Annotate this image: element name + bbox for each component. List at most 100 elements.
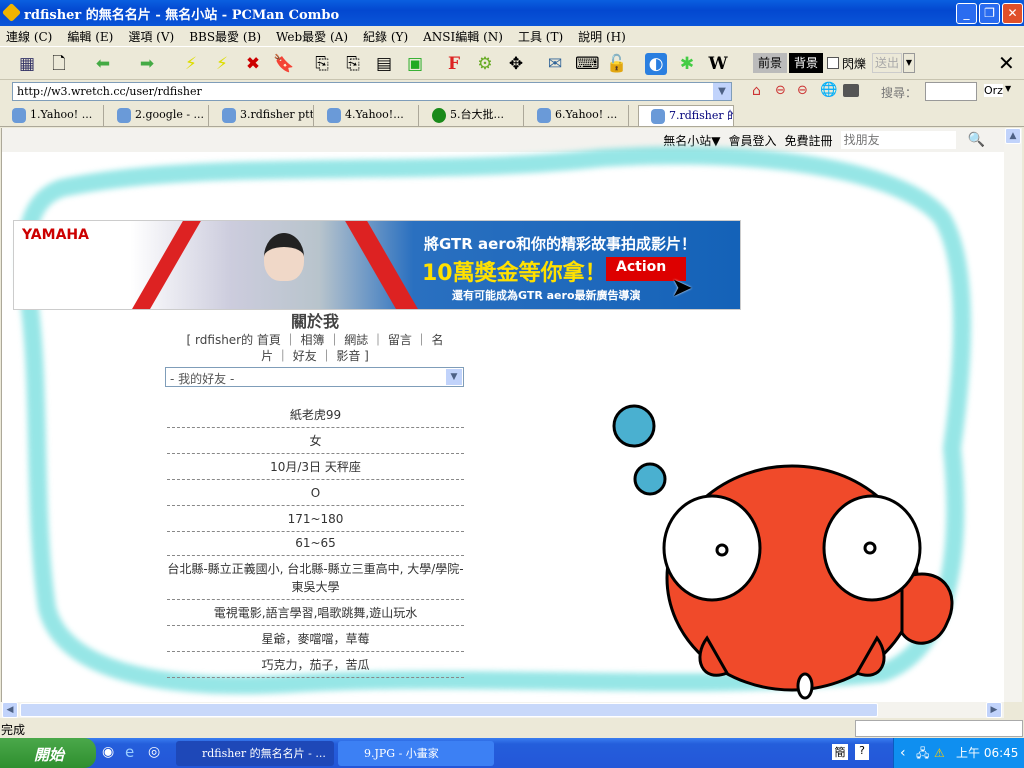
disconnect-icon[interactable]: ⚡ — [180, 53, 202, 75]
page-icon — [327, 108, 341, 123]
scroll-right-button[interactable]: ▶ — [986, 702, 1002, 718]
help-icon[interactable]: ? — [855, 744, 869, 760]
tab-label: 4.Yahoo!... — [345, 108, 404, 121]
tab-5[interactable]: 5.台大批... — [420, 105, 524, 127]
new-tab-icon[interactable]: 🗋 — [48, 53, 70, 75]
close-toolbar-icon[interactable]: ✕ — [998, 51, 1015, 75]
ad-headline: 將GTR aero和你的精彩故事拍成影片！ — [424, 235, 697, 253]
menu-connection[interactable]: 連線 (C) — [0, 28, 61, 45]
back-icon[interactable]: ⬅ — [92, 53, 114, 75]
home-icon[interactable]: ⌂ — [752, 83, 761, 99]
reconnect-icon[interactable]: ⚡ — [211, 53, 233, 75]
ie-quicklaunch-icon[interactable]: e — [125, 743, 134, 761]
tray-expand-icon[interactable]: ‹ — [900, 738, 906, 768]
ansi-code-icon[interactable]: ⌨ — [575, 53, 600, 75]
restore-button[interactable]: ❐ — [979, 3, 1000, 24]
about-section: 關於我 [ rdfisher的 首頁 ｜ 相簿 ｜ 網誌 ｜ 留言 ｜ 名 片 … — [152, 308, 478, 364]
profile-weight: 61~65 — [167, 530, 464, 556]
scroll-up-button[interactable]: ▲ — [1005, 128, 1021, 144]
tab-6[interactable]: 6.Yahoo! ... — [525, 105, 629, 127]
search-engine-dropdown[interactable]: ▼ — [1005, 84, 1011, 93]
warning-icon[interactable]: ⚠ — [934, 738, 945, 768]
add-bookmark-icon[interactable]: 🔖 — [273, 53, 295, 75]
tab-bar: 1.Yahoo! ... 2.google - ... 3.rdfisher p… — [0, 102, 1024, 127]
close-tab-icon[interactable]: ✖ — [242, 53, 264, 75]
globe-icon[interactable]: 🌐 — [820, 82, 837, 98]
menu-bar: 連線 (C) 編輯 (E) 選項 (V) BBS最愛 (B) Web最愛 (A)… — [0, 26, 1024, 46]
page-icon — [117, 108, 131, 123]
window-title: rdfisher 的無名名片 - 無名小站 - PCMan Combo — [24, 7, 340, 23]
profile-blood-type: O — [167, 480, 464, 506]
chevron-down-icon[interactable]: ▼ — [446, 369, 462, 385]
vertical-scrollbar[interactable]: ▲ — [1004, 128, 1022, 702]
site-list-icon[interactable]: ▦ — [16, 53, 38, 75]
stop-all-icon[interactable]: ⊖ — [797, 83, 808, 98]
font-icon[interactable]: F — [443, 53, 465, 75]
menu-web-favorites[interactable]: Web最愛 (A) — [270, 28, 357, 45]
about-nav-2[interactable]: 片 ｜ 好友 ｜ 影音 ] — [152, 348, 478, 364]
flower-icon[interactable]: ✱ — [676, 53, 698, 75]
start-button[interactable]: 開始 — [0, 738, 96, 768]
tab-label: 7.rdfisher 的 — [669, 109, 734, 122]
tab-4[interactable]: 4.Yahoo!... — [315, 105, 419, 127]
close-button[interactable]: ✕ — [1002, 3, 1023, 24]
paste-icon[interactable]: ▤ — [373, 53, 395, 75]
copy-color-icon[interactable]: ⎘ — [342, 53, 364, 75]
address-input[interactable]: http://w3.wretch.cc/user/rdfisher — [12, 82, 732, 101]
pcman-icon[interactable]: ◐ — [645, 53, 667, 75]
foreground-button[interactable]: 前景 — [753, 53, 787, 73]
man-photo — [264, 233, 304, 281]
yamaha-ad-banner[interactable]: YAMAHA 將GTR aero和你的精彩故事拍成影片！ 10萬獎金等你拿！ A… — [13, 220, 741, 310]
ad-subline: 還有可能成為GTR aero最新廣告導演 — [452, 289, 641, 302]
chrome-quicklaunch-icon[interactable]: ◉ — [102, 744, 114, 760]
film-strip — [345, 221, 425, 309]
app-quicklaunch-icon[interactable]: ◎ — [148, 744, 160, 760]
about-nav[interactable]: [ rdfisher的 首頁 ｜ 相簿 ｜ 網誌 ｜ 留言 ｜ 名 — [152, 332, 478, 348]
network-icon[interactable]: 🖧 — [916, 738, 929, 768]
view-icon[interactable]: ▣ — [404, 53, 426, 75]
friends-select[interactable]: - 我的好友 - ▼ — [165, 367, 464, 387]
minimize-button[interactable]: _ — [956, 3, 977, 24]
background-button[interactable]: 背景 — [789, 53, 823, 73]
menu-tools[interactable]: 工具 (T) — [512, 28, 572, 45]
send-dropdown[interactable]: ▼ — [903, 53, 915, 73]
terminal-icon[interactable] — [843, 84, 859, 97]
blink-checkbox[interactable] — [827, 57, 839, 69]
tab-1[interactable]: 1.Yahoo! ... — [0, 105, 104, 127]
horizontal-scrollbar[interactable]: ◀ ▶ — [0, 702, 1004, 718]
address-dropdown[interactable]: ▼ — [713, 83, 731, 100]
stop-icon[interactable]: ⊖ — [775, 83, 786, 98]
search-engine-select[interactable]: Orz — [984, 84, 1003, 97]
clock: 上午 06:45 — [956, 746, 1019, 760]
ime-icon[interactable]: 簡 — [832, 744, 848, 760]
profile-likes: 星爺，麥噹噹，草莓 — [167, 626, 464, 652]
settings-gear-icon[interactable]: ⚙ — [474, 53, 496, 75]
menu-history[interactable]: 紀錄 (Y) — [357, 28, 417, 45]
copy-icon[interactable]: ⎘ — [311, 53, 333, 75]
start-label: 開始 — [34, 746, 65, 764]
status-text: 完成 — [1, 723, 26, 737]
menu-options[interactable]: 選項 (V) — [122, 28, 183, 45]
task-paint[interactable]: 9.JPG - 小畫家 — [338, 741, 494, 766]
mail-icon[interactable]: ✉ — [544, 53, 566, 75]
wikipedia-icon[interactable]: W — [707, 53, 729, 75]
menu-edit[interactable]: 編輯 (E) — [61, 28, 122, 45]
tab-7-active[interactable]: 7.rdfisher 的 — [638, 105, 734, 127]
fullscreen-icon[interactable]: ✥ — [505, 53, 527, 75]
task-pcman[interactable]: rdfisher 的無名名片 - ... — [176, 741, 334, 766]
scroll-left-button[interactable]: ◀ — [2, 702, 18, 718]
title-bar: rdfisher 的無名名片 - 無名小站 - PCMan Combo — [0, 0, 1024, 26]
forward-icon[interactable]: ➡ — [136, 53, 158, 75]
menu-help[interactable]: 說明 (H) — [572, 28, 635, 45]
profile-nickname: 紙老虎99 — [167, 402, 464, 428]
lock-icon[interactable]: 🔓 — [606, 53, 628, 75]
tab-3[interactable]: 3.rdfisher ptt — [210, 105, 314, 127]
task-label: rdfisher 的無名名片 - ... — [202, 747, 326, 760]
search-input[interactable] — [925, 82, 977, 101]
tab-2[interactable]: 2.google - ... — [105, 105, 209, 127]
menu-bbs-favorites[interactable]: BBS最愛 (B) — [183, 28, 270, 45]
yamaha-logo: YAMAHA — [22, 227, 89, 243]
menu-ansi-edit[interactable]: ANSI編輯 (N) — [417, 28, 512, 45]
send-button[interactable]: 送出 — [872, 53, 902, 73]
horizontal-scroll-thumb[interactable] — [20, 703, 878, 717]
